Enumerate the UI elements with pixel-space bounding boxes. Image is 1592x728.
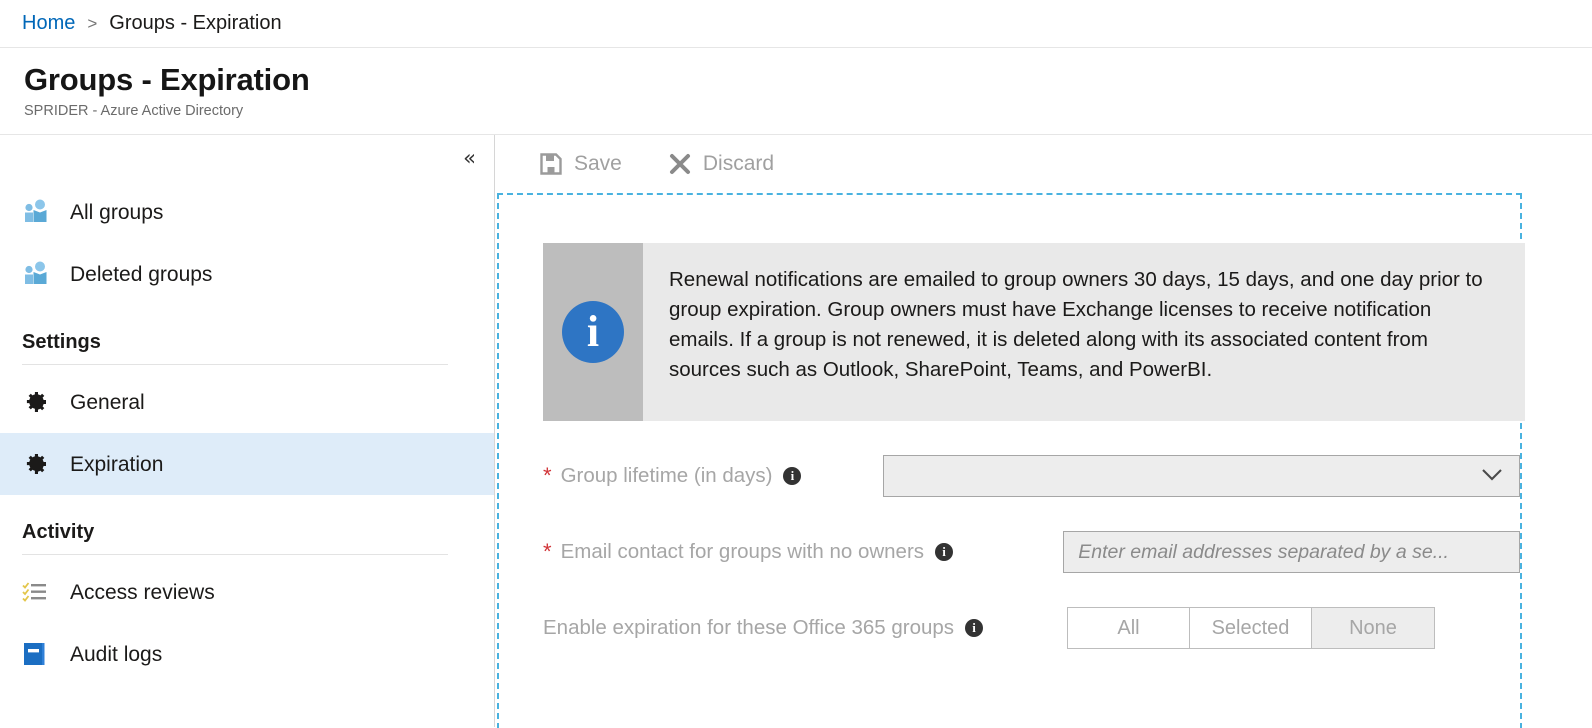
page-body: « All groups Deleted groups Settings Gen…: [0, 135, 1592, 728]
discard-button[interactable]: Discard: [668, 152, 774, 176]
enable-expiration-row: Enable expiration for these Office 365 g…: [543, 607, 1520, 649]
save-label: Save: [574, 152, 622, 175]
discard-label: Discard: [702, 152, 775, 175]
save-icon: [539, 152, 563, 176]
breadcrumb-home-link[interactable]: Home: [22, 12, 75, 35]
sidebar-item-general[interactable]: General: [0, 371, 494, 433]
sidebar-collapse-row: «: [0, 135, 494, 181]
group-lifetime-row: * Group lifetime (in days) i: [543, 455, 1520, 497]
email-contact-input[interactable]: Enter email addresses separated by a se.…: [1063, 531, 1520, 573]
info-banner: i Renewal notifications are emailed to g…: [543, 243, 1525, 421]
info-tooltip-icon[interactable]: i: [935, 543, 954, 561]
info-icon: i: [562, 301, 624, 363]
sidebar-item-label: Expiration: [70, 452, 164, 476]
section-divider: [22, 364, 448, 365]
sidebar-item-label: Access reviews: [70, 580, 215, 604]
sidebar-item-access-reviews[interactable]: Access reviews: [0, 561, 494, 623]
command-toolbar: Save Discard: [495, 135, 1592, 193]
enable-expiration-segmented-control: All Selected None: [1067, 607, 1435, 649]
required-marker: *: [543, 539, 552, 564]
field-label-text: Email contact for groups with no owners: [560, 540, 925, 563]
field-label-text: Enable expiration for these Office 365 g…: [543, 616, 955, 639]
segment-option-all[interactable]: All: [1068, 608, 1190, 648]
page-subtitle: SPRIDER - Azure Active Directory: [24, 103, 244, 119]
save-button[interactable]: Save: [539, 152, 622, 176]
breadcrumb-current: Groups - Expiration: [109, 12, 282, 34]
groups-icon: [22, 197, 56, 227]
section-heading: Activity: [22, 521, 95, 543]
sidebar-item-deleted-groups[interactable]: Deleted groups: [0, 243, 494, 305]
checklist-icon: [22, 577, 56, 607]
sidebar-item-label: All groups: [70, 200, 164, 224]
groups-icon: [22, 259, 56, 289]
page-title: Groups - Expiration: [24, 62, 310, 97]
sidebar-item-expiration[interactable]: Expiration: [0, 433, 494, 495]
enable-expiration-label: Enable expiration for these Office 365 g…: [543, 616, 1053, 640]
sidebar-section-settings: Settings: [0, 305, 448, 371]
sidebar-item-all-groups[interactable]: All groups: [0, 181, 494, 243]
sidebar-item-label: General: [70, 390, 145, 414]
collapse-sidebar-icon[interactable]: «: [463, 147, 476, 169]
page-header: Groups - Expiration SPRIDER - Azure Acti…: [0, 48, 1592, 135]
sidebar-item-audit-logs[interactable]: Audit logs: [0, 623, 494, 685]
section-divider: [22, 554, 448, 555]
gear-icon: [22, 449, 56, 479]
required-marker: *: [543, 463, 552, 488]
segment-option-none[interactable]: None: [1312, 608, 1434, 648]
info-tooltip-icon[interactable]: i: [783, 467, 802, 485]
breadcrumb-separator-icon: >: [87, 13, 98, 33]
sidebar-section-activity: Activity: [0, 495, 448, 561]
segment-option-selected[interactable]: Selected: [1190, 608, 1312, 648]
sidebar-item-label: Audit logs: [70, 642, 163, 666]
content-pane: Save Discard i Renewal notifications are…: [495, 135, 1592, 728]
field-label-text: Group lifetime (in days): [560, 464, 773, 487]
breadcrumb: Home > Groups - Expiration: [0, 0, 1592, 48]
info-banner-text: Renewal notifications are emailed to gro…: [669, 268, 1483, 381]
chevron-down-icon: [1481, 466, 1503, 486]
group-lifetime-label: * Group lifetime (in days) i: [543, 464, 845, 488]
info-banner-icon-area: i: [543, 243, 643, 421]
book-icon: [22, 639, 56, 669]
section-heading: Settings: [22, 331, 101, 353]
azure-portal-page: Home > Groups - Expiration Groups - Expi…: [0, 0, 1592, 728]
expiration-settings-form: i Renewal notifications are emailed to g…: [497, 193, 1525, 728]
sidebar: « All groups Deleted groups Settings Gen…: [0, 135, 495, 727]
email-contact-row: * Email contact for groups with no owner…: [543, 531, 1520, 573]
email-contact-label: * Email contact for groups with no owner…: [543, 540, 1049, 564]
group-lifetime-dropdown[interactable]: [882, 455, 1520, 497]
close-icon: [668, 152, 692, 176]
sidebar-item-label: Deleted groups: [70, 262, 213, 286]
gear-icon: [22, 387, 56, 417]
info-tooltip-icon[interactable]: i: [965, 619, 984, 637]
